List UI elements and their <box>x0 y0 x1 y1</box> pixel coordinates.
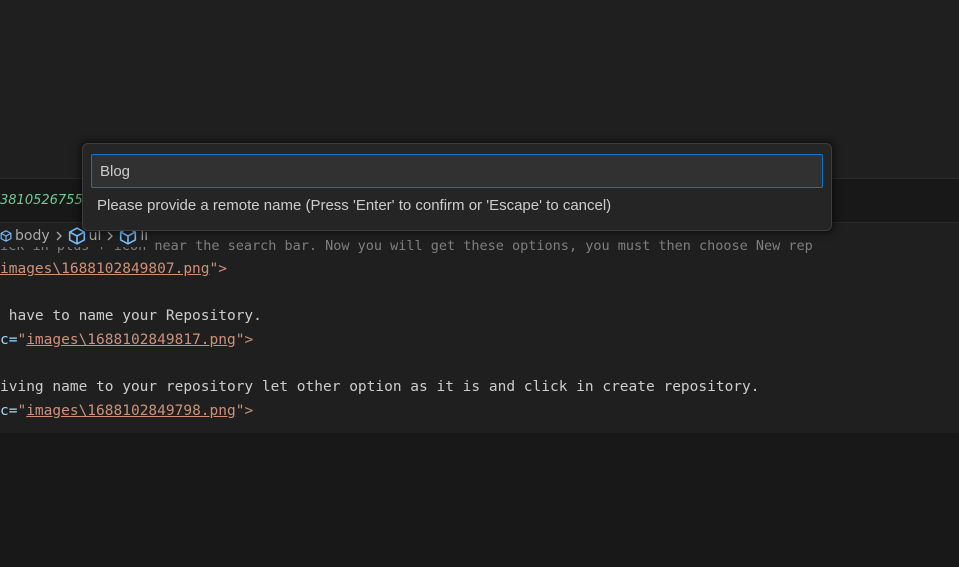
remote-name-input[interactable] <box>91 154 823 188</box>
image-path-link[interactable]: images\1688102849817.png <box>26 332 236 348</box>
open-quote: " <box>17 332 27 348</box>
breadcrumb-item-body[interactable]: body <box>0 228 50 244</box>
src-attribute-fragment: c= <box>0 403 18 419</box>
closing-quote-punct: "> <box>235 332 254 348</box>
editor-empty-area <box>0 433 959 567</box>
chevron-right-icon <box>54 231 64 241</box>
open-quote: " <box>17 403 27 419</box>
code-line-5[interactable]: c="images\1688102849798.png"> <box>0 400 253 423</box>
editor-tab-label[interactable]: 38105267553 <box>0 193 91 208</box>
code-line-3[interactable]: c="images\1688102849817.png"> <box>0 329 253 352</box>
code-line-1[interactable]: images\1688102849807.png"> <box>0 258 227 281</box>
closing-quote-punct: "> <box>209 261 227 277</box>
symbol-element-icon <box>0 230 12 242</box>
code-editor[interactable]: ick in plus + icon near the search bar. … <box>0 223 959 433</box>
image-path-link[interactable]: images\1688102849798.png <box>26 403 236 419</box>
quick-input-widget: Please provide a remote name (Press 'Ent… <box>82 143 832 231</box>
quick-input-message: Please provide a remote name (Press 'Ent… <box>97 197 612 214</box>
code-line-4[interactable]: iving name to your repository let other … <box>0 376 760 399</box>
symbol-element-icon <box>68 227 85 245</box>
closing-quote-punct: "> <box>235 403 254 419</box>
chevron-right-icon <box>105 231 115 241</box>
src-attribute-fragment: c= <box>0 332 18 348</box>
image-path-link[interactable]: images\1688102849807.png <box>0 261 210 277</box>
code-line-2[interactable]: have to name your Repository. <box>0 305 262 328</box>
breadcrumb-label: body <box>15 228 50 244</box>
